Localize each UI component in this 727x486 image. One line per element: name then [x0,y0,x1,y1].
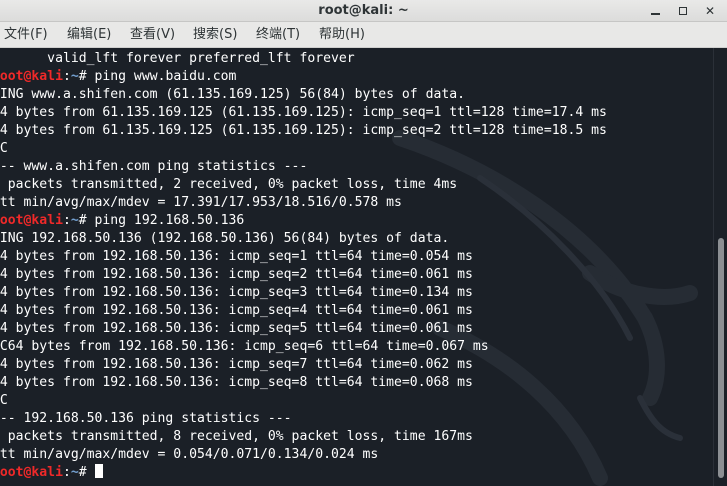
output-line: valid_lft forever preferred_lft forever [0,51,355,66]
menu-edit[interactable]: 编辑(E) [67,22,111,48]
prompt-symbol: # [78,213,95,228]
prompt-line: root@kali:~# ping 192.168.50.136 [0,212,607,230]
prompt-user: root@kali [0,69,63,84]
output-line: 64 bytes from 192.168.50.136: icmp_seq=1… [0,249,473,264]
output-line: ^C [0,141,8,156]
window-title: root@kali: ~ [318,3,409,18]
menu-file[interactable]: 文件(F) [4,22,48,48]
prompt-user: root@kali [0,213,63,228]
output-line: 64 bytes from 192.168.50.136: icmp_seq=3… [0,285,473,300]
output-line: 8 packets transmitted, 8 received, 0% pa… [0,429,473,444]
prompt-symbol: # [78,465,95,480]
prompt-user: root@kali [0,465,63,480]
output-line: --- www.a.shifen.com ping statistics --- [0,159,308,174]
output-line: 64 bytes from 61.135.169.125 (61.135.169… [0,105,607,120]
prompt-path: ~ [70,213,79,228]
terminal-scrollbar[interactable] [713,48,727,486]
output-line: 64 bytes from 192.168.50.136: icmp_seq=7… [0,357,473,372]
output-line: 2 packets transmitted, 2 received, 0% pa… [0,177,458,192]
output-line: ^C [0,393,8,408]
prompt-separator: : [62,69,71,84]
prompt-separator: : [62,465,71,480]
minimize-button[interactable] [646,2,664,20]
maximize-icon [679,7,687,15]
menu-terminal[interactable]: 终端(T) [256,22,300,48]
output-line: --- 192.168.50.136 ping statistics --- [0,411,292,426]
menu-search[interactable]: 搜索(S) [193,22,237,48]
menu-help[interactable]: 帮助(H) [319,22,365,48]
output-line: ^C64 bytes from 192.168.50.136: icmp_seq… [0,339,489,354]
title-bar[interactable]: root@kali: ~ ✕ [0,0,727,22]
close-icon: ✕ [704,4,716,18]
prompt-path: ~ [70,465,79,480]
prompt-line: root@kali:~# ping www.baidu.com [0,68,607,86]
output-line: 64 bytes from 192.168.50.136: icmp_seq=2… [0,267,473,282]
command-text: ping 192.168.50.136 [94,213,245,228]
output-line: rtt min/avg/max/mdev = 17.391/17.953/18.… [0,195,402,210]
output-line: 64 bytes from 192.168.50.136: icmp_seq=8… [0,375,473,390]
output-line: PING 192.168.50.136 (192.168.50.136) 56(… [0,231,450,246]
maximize-button[interactable] [674,2,692,20]
prompt-symbol: # [78,69,95,84]
command-text: ping www.baidu.com [94,69,237,84]
output-line: 64 bytes from 192.168.50.136: icmp_seq=4… [0,303,473,318]
prompt-path: ~ [70,69,79,84]
terminal-lines: valid_lft forever preferred_lft forever r… [0,50,607,482]
prompt-separator: : [62,213,71,228]
menu-bar: 文件(F) 编辑(E) 查看(V) 搜索(S) 终端(T) 帮助(H) [0,22,727,48]
close-button[interactable]: ✕ [701,2,719,20]
output-line: 64 bytes from 192.168.50.136: icmp_seq=5… [0,321,473,336]
terminal-cursor [94,464,103,478]
output-line: 64 bytes from 61.135.169.125 (61.135.169… [0,123,607,138]
terminal-output[interactable]: valid_lft forever preferred_lft forever r… [0,48,713,486]
output-line: PING www.a.shifen.com (61.135.169.125) 5… [0,87,465,102]
menu-view[interactable]: 查看(V) [130,22,175,48]
minimize-icon [650,13,660,15]
output-line: rtt min/avg/max/mdev = 0.054/0.071/0.134… [0,447,379,462]
prompt-line: root@kali:~# [0,464,607,482]
scrollbar-thumb[interactable] [718,238,724,478]
